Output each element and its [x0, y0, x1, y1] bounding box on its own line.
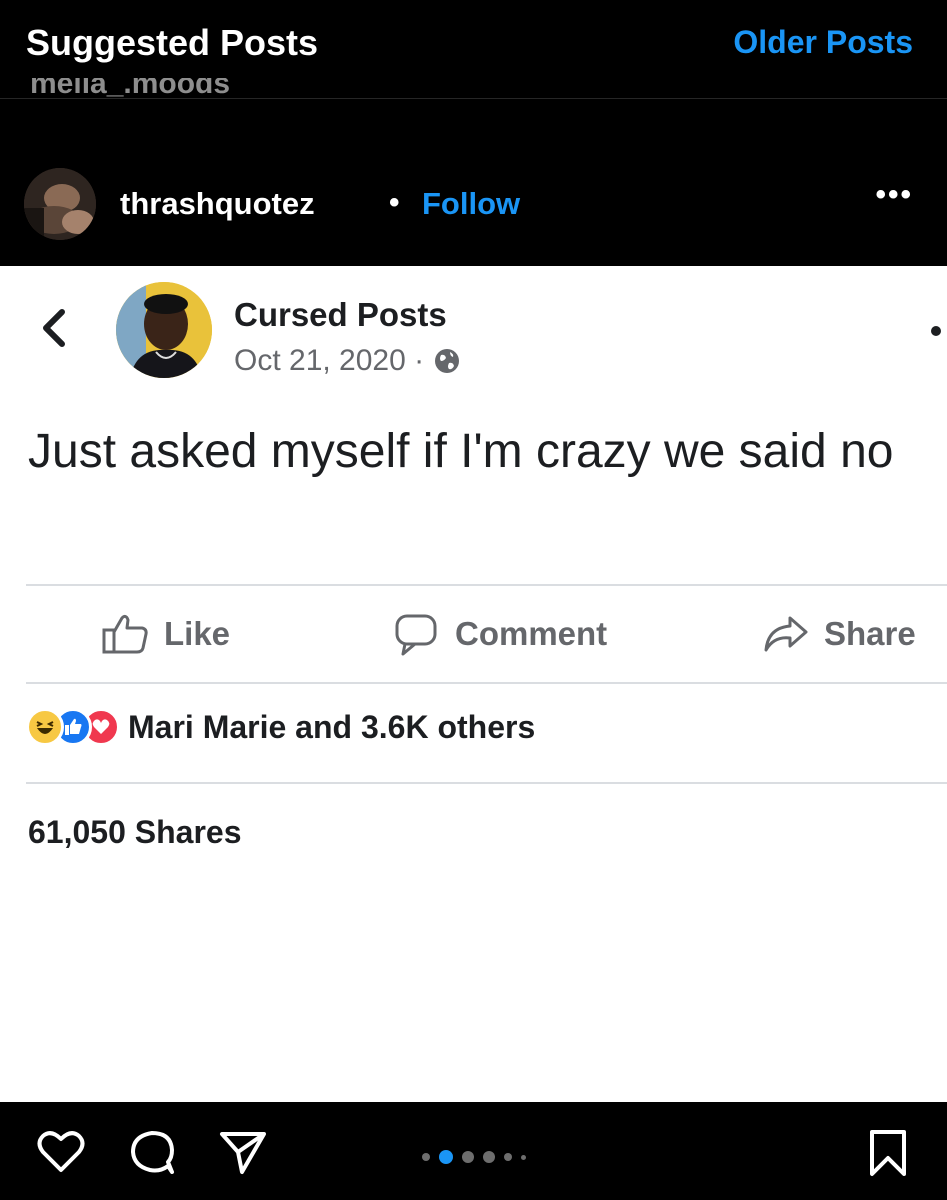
- previous-post-username[interactable]: melia_.moods: [30, 78, 230, 104]
- divider: [26, 584, 947, 586]
- comment-action: Comment: [393, 612, 607, 656]
- divider: [26, 682, 947, 684]
- post-header: thrashquotez • Follow •••: [0, 160, 947, 250]
- laugh-reaction-icon: [26, 708, 64, 746]
- more-options-icon[interactable]: •••: [875, 178, 913, 212]
- globe-icon: [435, 349, 460, 373]
- carousel-dot: [521, 1154, 526, 1160]
- paper-plane-icon[interactable]: [218, 1128, 268, 1176]
- like-action: Like: [100, 612, 230, 656]
- post-image: Cursed Posts Oct 21, 2020 · Just asked m…: [0, 266, 947, 1102]
- post-date: Oct 21, 2020 ·: [234, 344, 425, 377]
- post-text: Just asked myself if I'm crazy we said n…: [28, 425, 894, 478]
- heart-icon[interactable]: [36, 1128, 86, 1174]
- top-bar: Suggested Posts Older Posts melia_.moods: [0, 0, 947, 99]
- share-arrow-icon: [764, 616, 808, 652]
- post-meta: Oct 21, 2020 ·: [234, 344, 462, 378]
- carousel-dot: [422, 1153, 430, 1161]
- reactions-text: Mari Marie and 3.6K others: [128, 708, 536, 745]
- like-label: Like: [164, 615, 231, 652]
- carousel-dot: [462, 1151, 474, 1163]
- share-label: Share: [824, 615, 916, 652]
- instagram-post-screen: Suggested Posts Older Posts melia_.moods…: [0, 0, 947, 1200]
- comment-icon[interactable]: [128, 1128, 178, 1176]
- carousel-dot: [483, 1151, 495, 1163]
- carousel-indicator: [422, 1150, 526, 1164]
- carousel-dot: [504, 1153, 512, 1161]
- comment-bubble-icon: [395, 614, 437, 656]
- separator-dot: •: [389, 186, 400, 219]
- follow-button[interactable]: Follow: [422, 186, 520, 222]
- divider: [26, 782, 947, 784]
- fb-page-avatar: [116, 282, 212, 378]
- chevron-left-icon: [43, 309, 65, 347]
- page-title: Suggested Posts: [26, 22, 319, 63]
- carousel-dot-active: [439, 1150, 453, 1164]
- username[interactable]: thrashquotez: [120, 186, 315, 222]
- thumbs-up-icon: [102, 614, 148, 654]
- kebab-dot-icon: [931, 326, 941, 336]
- reactions-row: Mari Marie and 3.6K others: [26, 708, 535, 746]
- post-actions-bar: [0, 1102, 947, 1200]
- fb-page-name: Cursed Posts: [234, 296, 447, 333]
- shares-count: 61,050 Shares: [28, 814, 242, 850]
- bookmark-icon[interactable]: [866, 1128, 910, 1178]
- older-posts-link[interactable]: Older Posts: [733, 24, 913, 61]
- avatar[interactable]: [24, 168, 96, 240]
- comment-label: Comment: [455, 615, 608, 652]
- share-action: Share: [762, 612, 916, 656]
